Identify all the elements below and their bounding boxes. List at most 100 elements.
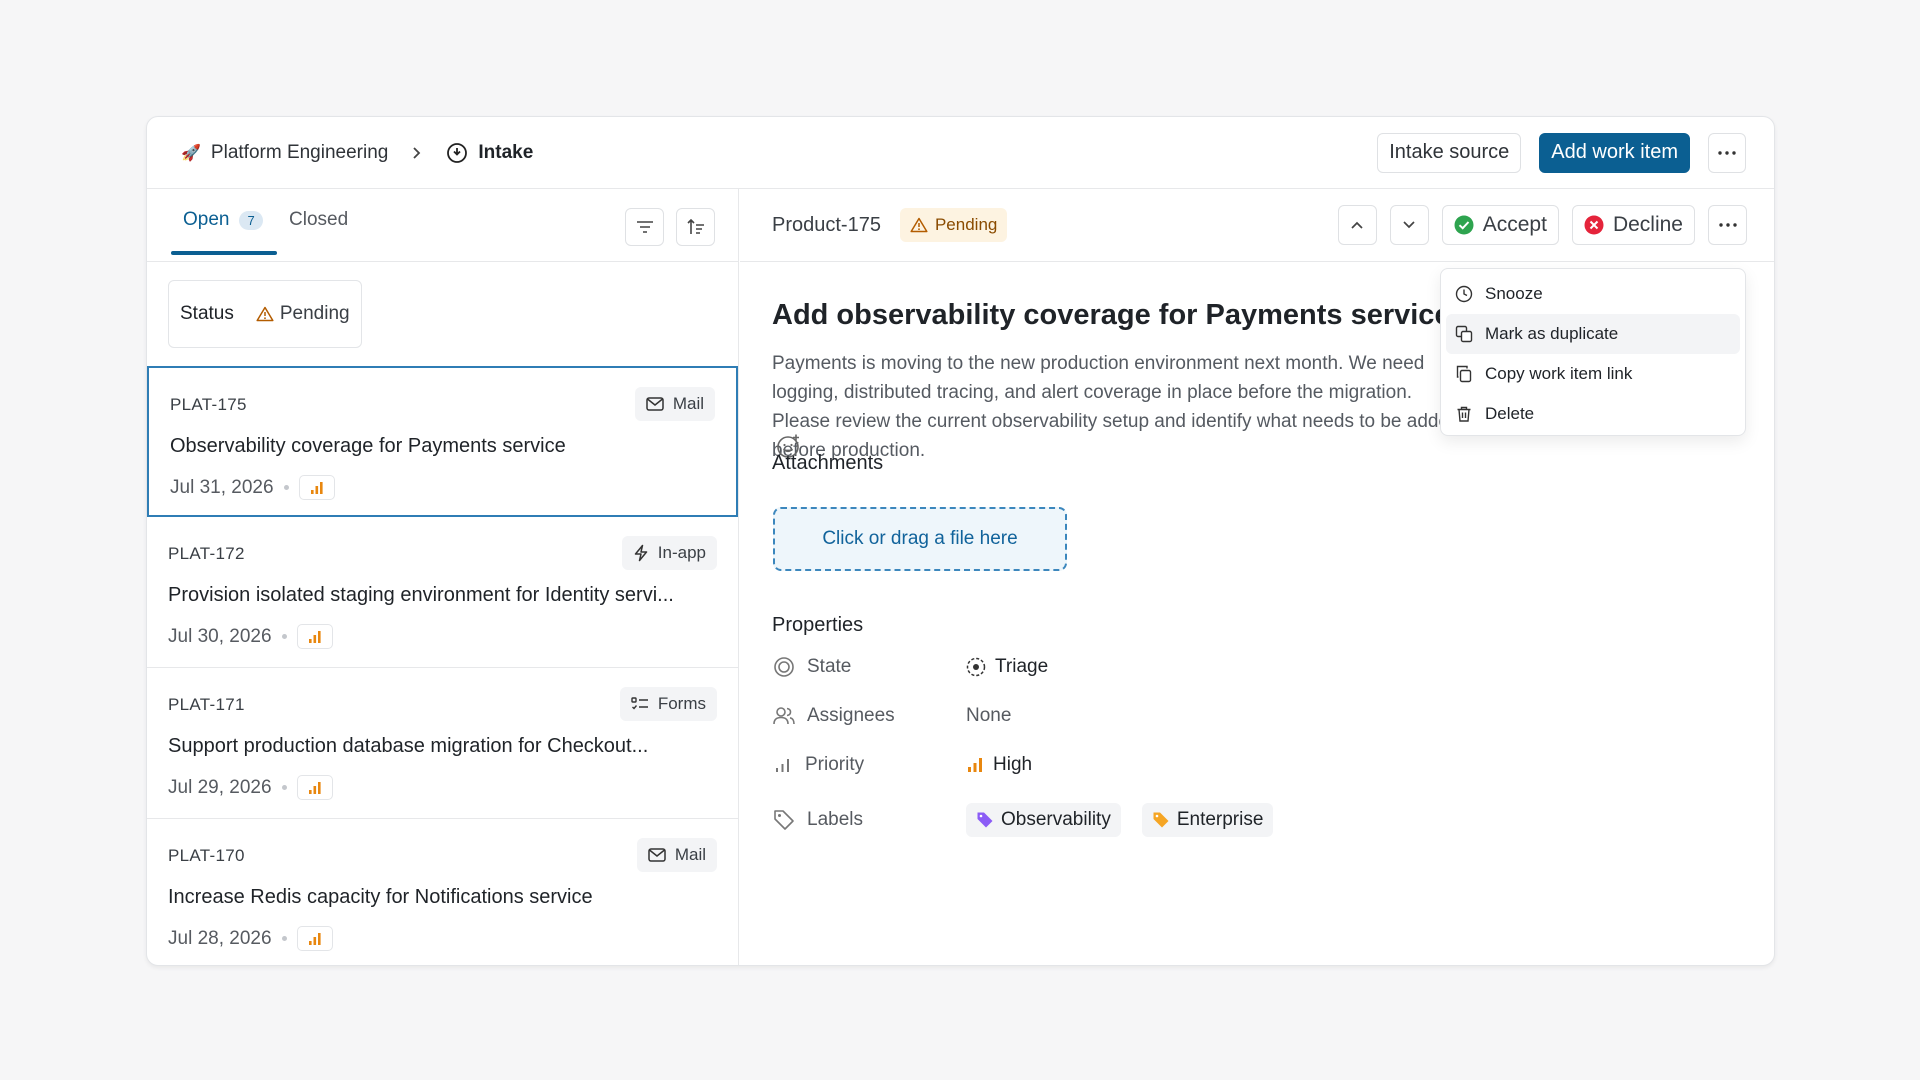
assignees-dropdown[interactable]: None <box>966 705 1011 727</box>
chevron-right-icon <box>412 146 422 160</box>
item-date: Jul 29, 2026 <box>168 776 272 798</box>
duplicate-icon <box>1455 325 1473 343</box>
detail-description[interactable]: Payments is moving to the new production… <box>772 349 1472 465</box>
priority-high-icon[interactable] <box>296 624 333 649</box>
users-icon <box>773 707 795 725</box>
tab-closed[interactable]: Closed <box>289 209 348 231</box>
item-meta: Jul 30, 2026 <box>168 624 333 649</box>
property-priority: Priority High <box>773 750 1032 780</box>
decline-label: Decline <box>1612 213 1683 236</box>
tag-filled-icon <box>977 812 993 828</box>
breadcrumb-current: Intake <box>478 141 534 163</box>
properties-heading: Properties <box>772 614 864 636</box>
detail-id: Product-175 <box>772 213 881 236</box>
lightning-icon <box>634 544 648 562</box>
list-item[interactable]: PLAT-170 Mail Increase Redis capacity fo… <box>147 819 738 965</box>
label-text: Observability <box>1001 809 1111 830</box>
tag-icon <box>774 810 794 830</box>
rocket-icon: 🚀 <box>181 144 201 162</box>
menu-item-snooze[interactable]: Snooze <box>1446 274 1740 314</box>
warning-icon <box>256 306 274 322</box>
item-source-label: In-app <box>657 543 706 562</box>
detail-more-button[interactable] <box>1708 205 1747 245</box>
property-state: State Triage <box>773 652 1048 682</box>
tag-filled-icon <box>1153 812 1169 828</box>
menu-item-mark-duplicate[interactable]: Mark as duplicate <box>1446 314 1740 354</box>
item-source-badge: Mail <box>636 838 717 872</box>
item-id: PLAT-175 <box>170 395 247 414</box>
list-item[interactable]: PLAT-175 Mail Observability coverage for… <box>147 366 738 517</box>
item-meta: Jul 28, 2026 <box>168 926 333 951</box>
mail-icon <box>646 397 664 411</box>
file-dropzone[interactable]: Click or drag a file here <box>773 507 1067 571</box>
mail-icon <box>648 848 666 862</box>
item-title: Observability coverage for Payments serv… <box>170 435 566 457</box>
accept-label: Accept <box>1482 213 1547 236</box>
more-options-button[interactable] <box>1708 132 1746 173</box>
ellipsis-icon <box>1718 223 1737 227</box>
item-source-label: Mail <box>674 845 706 864</box>
detail-title[interactable]: Add observability coverage for Payments … <box>772 299 1451 332</box>
add-work-item-button[interactable]: Add work item <box>1539 132 1690 173</box>
menu-item-label: Mark as duplicate <box>1485 324 1619 343</box>
priority-high-icon <box>968 758 982 772</box>
item-source-label: Mail <box>672 394 704 413</box>
assignees-value: None <box>966 705 1012 726</box>
item-meta: Jul 29, 2026 <box>168 775 333 800</box>
filter-value: Pending <box>279 303 350 324</box>
status-filter-chip[interactable]: Status Pending <box>168 280 362 348</box>
warning-icon <box>910 217 928 233</box>
item-source-badge: In-app <box>621 536 717 570</box>
ellipsis-icon <box>1718 150 1736 155</box>
item-id: PLAT-171 <box>168 695 245 714</box>
separator-dot <box>281 634 287 639</box>
item-id: PLAT-172 <box>168 544 245 563</box>
menu-item-label: Snooze <box>1485 284 1543 303</box>
item-date: Jul 30, 2026 <box>168 625 272 647</box>
list-item[interactable]: PLAT-172 In-app Provision isolated stagi… <box>147 517 738 668</box>
state-dropdown[interactable]: Triage <box>966 656 1048 678</box>
list-item[interactable]: PLAT-171 Forms Support production databa… <box>147 668 738 819</box>
item-id: PLAT-170 <box>168 846 245 865</box>
sort-icon <box>686 218 704 234</box>
separator-dot <box>281 936 287 941</box>
tabs-row: Open 7 Closed <box>147 189 738 262</box>
filter-button[interactable] <box>625 208 664 246</box>
tab-open-label: Open <box>183 209 230 230</box>
priority-high-icon[interactable] <box>296 775 333 800</box>
breadcrumb-workspace[interactable]: Platform Engineering <box>211 142 388 164</box>
priority-label: Priority <box>805 754 865 775</box>
priority-high-icon[interactable] <box>296 926 333 951</box>
label-chip-enterprise[interactable]: Enterprise <box>1141 803 1274 837</box>
menu-item-copy-link[interactable]: Copy work item link <box>1446 354 1740 394</box>
tab-open[interactable]: Open 7 <box>183 209 263 231</box>
item-title: Support production database migration fo… <box>168 735 649 757</box>
decline-button[interactable]: Decline <box>1571 205 1695 245</box>
labels-label: Labels <box>807 809 863 830</box>
intake-app: 🚀 Platform Engineering Intake Intake sou… <box>146 116 1775 966</box>
priority-high-icon[interactable] <box>298 475 335 500</box>
item-date: Jul 31, 2026 <box>170 476 274 498</box>
status-badge: Pending <box>899 208 1008 242</box>
next-item-button[interactable] <box>1389 205 1429 245</box>
label-chip-observability[interactable]: Observability <box>966 803 1121 837</box>
detail-toolbar: Product-175 Pending Accept Decline <box>740 189 1774 262</box>
label-text: Enterprise <box>1176 809 1264 830</box>
intake-source-button[interactable]: Intake source <box>1377 132 1522 173</box>
item-date: Jul 28, 2026 <box>168 927 272 949</box>
menu-item-delete[interactable]: Delete <box>1446 394 1740 434</box>
trash-icon <box>1457 406 1471 422</box>
item-title: Increase Redis capacity for Notification… <box>168 886 593 908</box>
accept-button[interactable]: Accept <box>1441 205 1559 245</box>
item-source-badge: Mail <box>634 387 715 421</box>
priority-value: High <box>993 754 1033 775</box>
previous-item-button[interactable] <box>1337 205 1377 245</box>
priority-dropdown[interactable]: High <box>966 754 1032 776</box>
copy-icon <box>1456 365 1472 383</box>
forms-icon <box>631 697 648 710</box>
sort-button[interactable] <box>676 208 715 246</box>
intake-list-panel: Open 7 Closed Status Pending PLAT-175 Ma… <box>147 189 739 965</box>
tab-underline <box>171 251 277 255</box>
triage-icon <box>966 657 986 677</box>
intake-icon <box>446 142 468 164</box>
